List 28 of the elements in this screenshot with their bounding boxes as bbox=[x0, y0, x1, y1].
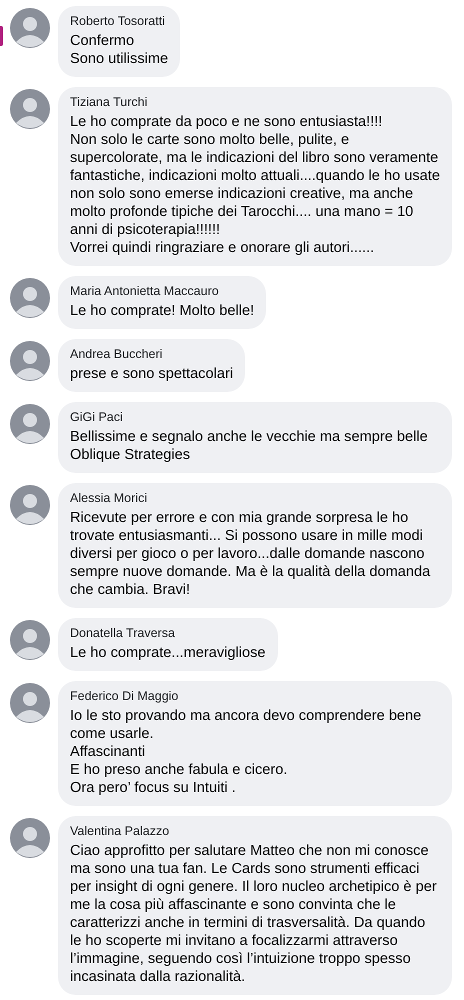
comment-text: Ciao approfitto per salutare Matteo che non mi conosce ma sono una tua fan. Le Cards sono strumenti efficaci per insight di ogni genere. Il loro nucleo archetipico è per me la cosa più affascinante e sono convinta che le caratterizzi anche in termini di trasversalità. Da quando le ho scoperte mi invitano a focalizzarmi attraverso l’immagine, seguendo così l’intuizione troppo spesso incasinata dalla razionalità. bbox=[70, 842, 438, 986]
avatar-icon[interactable] bbox=[10, 620, 50, 660]
author-name[interactable]: Donatella Traversa bbox=[70, 626, 266, 640]
author-name[interactable]: Federico Di Maggio bbox=[70, 689, 440, 703]
avatar-icon[interactable] bbox=[10, 404, 50, 444]
avatar-icon[interactable] bbox=[10, 341, 50, 381]
author-name[interactable]: GiGi Paci bbox=[70, 410, 440, 424]
comment-text: Le ho comprate da poco e ne sono entusiasta!!!! Non solo le carte sono molto belle, pulite, e supercolorate, ma le indicazioni del libro sono veramente fantastiche, indicazioni molto attuali....quando le ho usate non solo sono emerse indicazioni creative, ma anche molto profonde tipiche dei Tarocchi.... una mano = 10 anni di psicoterapia!!!!!! Vorrei quindi ringraziare e onorare gli autori...... bbox=[70, 113, 440, 257]
comment-text: Bellissime e segnalo anche le vecchie ma sempre belle Oblique Strategies bbox=[70, 428, 429, 464]
author-name[interactable]: Valentina Palazzo bbox=[70, 824, 440, 838]
comment-text: Le ho comprate! Molto belle! bbox=[70, 302, 254, 320]
comment-text: Ricevute per errore e con mia grande sorpresa le ho trovate entusiasmanti... Si possono usare in mille modi diversi per gioco o per lavoro...dalle domande nascono sempre nuove domande. Ma è la qualità della domanda che cambia. Bravi! bbox=[70, 509, 432, 599]
avatar-icon[interactable] bbox=[10, 89, 50, 129]
avatar-icon[interactable] bbox=[10, 818, 50, 858]
author-name[interactable]: Andrea Buccheri bbox=[70, 347, 234, 361]
comment-text: Io le sto provando ma ancora devo comprendere bene come usarle. Affascinanti E ho preso anche fabula e cicero. Ora pero’ focus su Intuiti . bbox=[70, 707, 422, 797]
comment-text: Confermo Sono utilissime bbox=[70, 32, 168, 68]
comment-text: Le ho comprate...meravigliose bbox=[70, 644, 266, 662]
author-name[interactable]: Maria Antonietta Maccauro bbox=[70, 284, 254, 298]
comment-text: prese e sono spettacolari bbox=[70, 365, 234, 383]
avatar-icon[interactable] bbox=[10, 683, 50, 723]
avatar-icon[interactable] bbox=[10, 485, 50, 525]
avatar-icon[interactable] bbox=[10, 278, 50, 318]
avatar-icon[interactable] bbox=[10, 8, 50, 48]
author-name[interactable]: Roberto Tosoratti bbox=[70, 14, 168, 28]
author-name[interactable]: Tiziana Turchi bbox=[70, 95, 440, 109]
author-name[interactable]: Alessia Morici bbox=[70, 491, 440, 505]
edge-mark bbox=[0, 26, 3, 46]
